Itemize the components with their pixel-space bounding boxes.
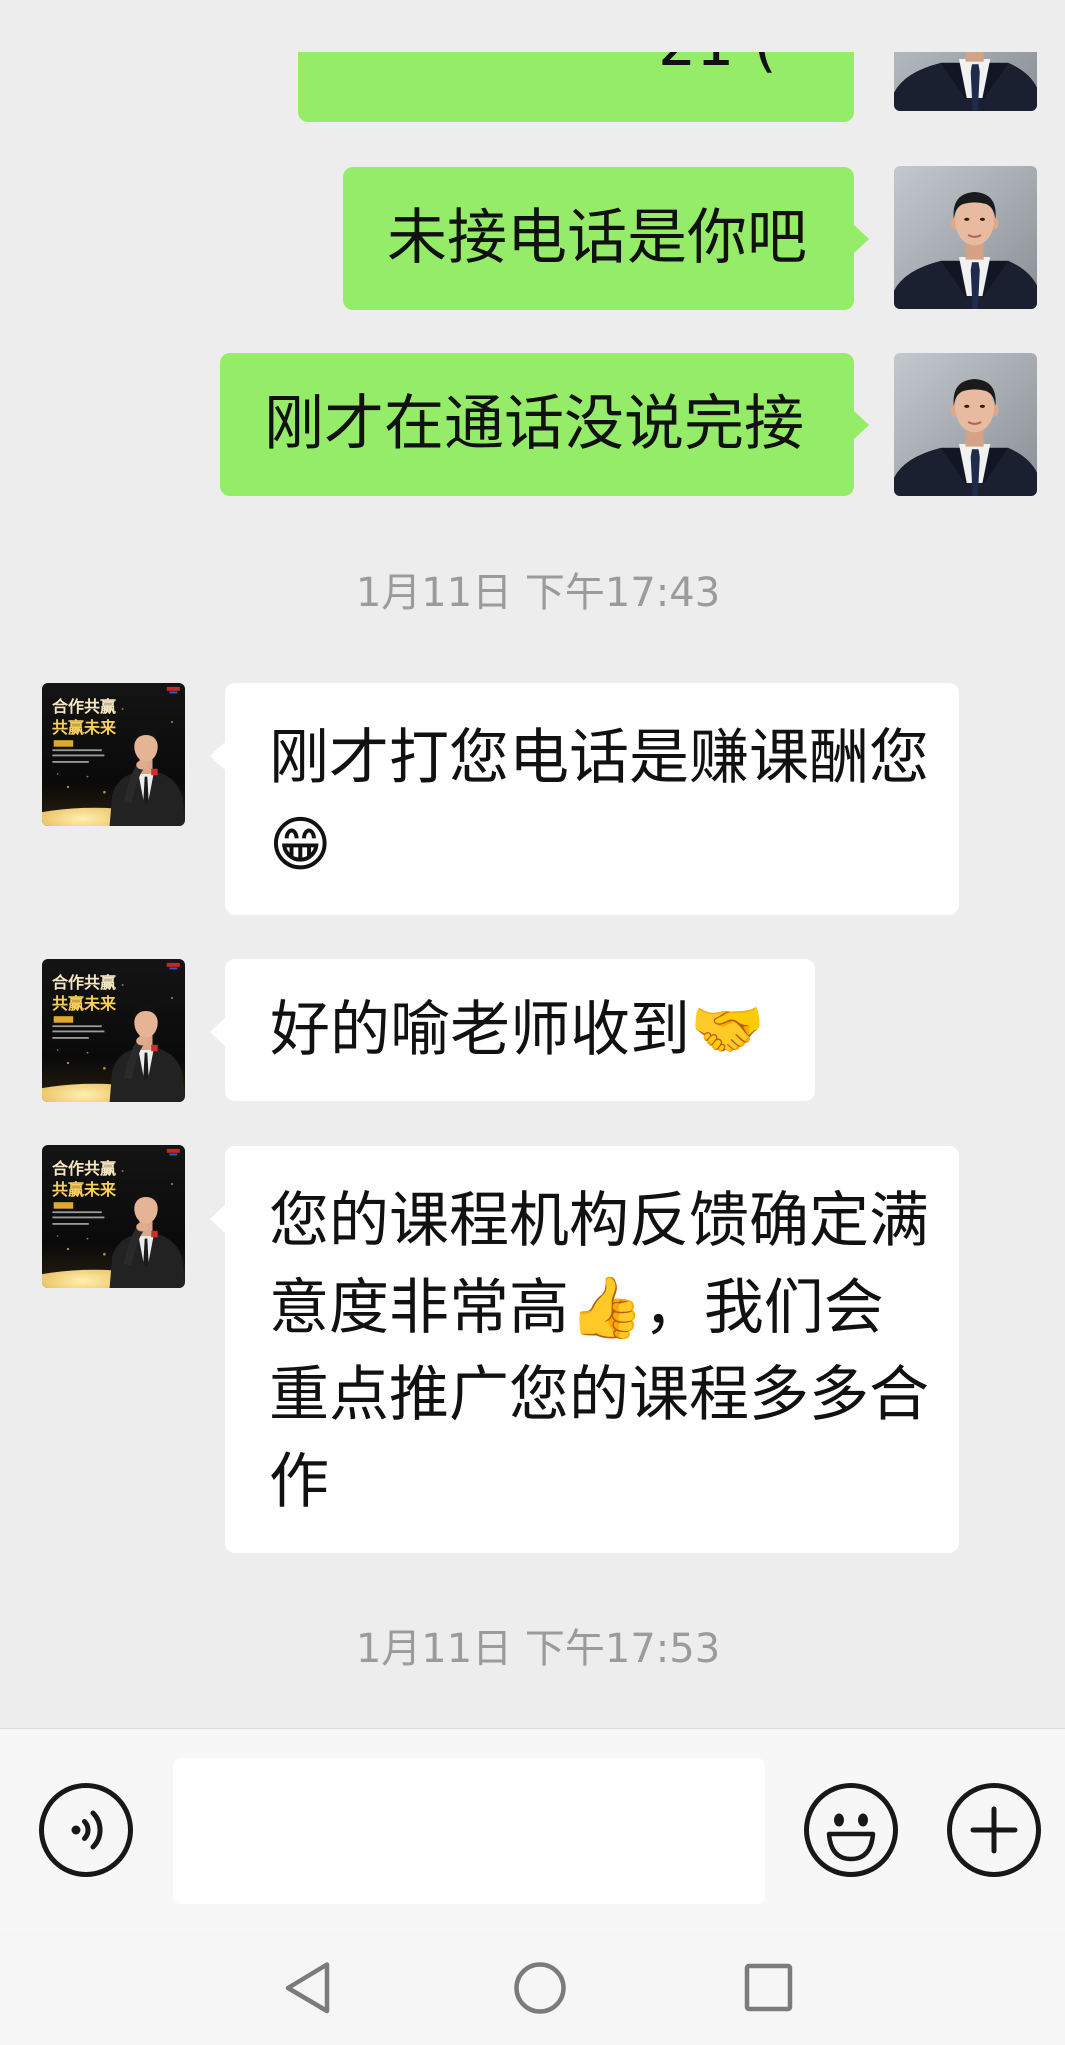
message-text: 21 ( <box>658 52 777 88</box>
message-text: 未接电话是你吧 <box>387 203 807 273</box>
my-avatar-photo <box>894 52 1037 111</box>
avatar-poster-title: 合作共赢 <box>52 973 117 992</box>
avatar-poster-title: 合作共赢 <box>52 1159 117 1178</box>
message-bubble-outgoing[interactable]: 刚才在通话没说完接 <box>220 353 869 496</box>
my-avatar[interactable] <box>894 52 1037 111</box>
contact-avatar[interactable]: 合作共赢 共赢未来 <box>42 959 185 1102</box>
my-avatar[interactable] <box>894 166 1037 309</box>
avatar-poster-subtitle: 共赢未来 <box>52 718 117 737</box>
avatar-poster-title: 合作共赢 <box>52 697 117 716</box>
avatar-poster-subtitle: 共赢未来 <box>52 1180 117 1199</box>
message-bubble-outgoing[interactable]: 未接电话是你吧 <box>343 167 869 310</box>
message-text: 刚才在通话没说完接 <box>264 389 804 459</box>
message-bubble-outgoing-partial[interactable]: 21 ( <box>298 52 854 122</box>
contact-avatar[interactable]: 合作共赢 共赢未来 <box>42 683 185 826</box>
emoji-icon <box>826 1813 876 1862</box>
home-icon[interactable] <box>510 1958 570 2018</box>
chat-area[interactable]: 21 ( 未接电话是你吧 刚才在通话没说完接 1月11日 下午17:43 合作共… <box>0 52 1065 1728</box>
my-avatar[interactable] <box>894 353 1037 496</box>
message-text: 好的喻老师收到🤝 <box>270 995 765 1065</box>
voice-icon <box>71 1810 103 1850</box>
message-input-bar <box>0 1728 1065 1930</box>
message-bubble-incoming[interactable]: 好的喻老师收到🤝 <box>210 959 815 1101</box>
system-nav-bar <box>0 1930 1065 2045</box>
message-bubble-incoming[interactable]: 您的课程机构反馈确定满意度非常高👍，我们会重点推广您的课程多多合作 <box>210 1146 959 1553</box>
plus-icon <box>970 1806 1018 1854</box>
more-button[interactable] <box>947 1783 1041 1877</box>
my-avatar-photo <box>894 353 1037 496</box>
timestamp: 1月11日 下午17:53 <box>355 1626 721 1672</box>
recents-icon[interactable] <box>738 1958 798 2018</box>
back-icon[interactable] <box>280 1958 340 2018</box>
message-text: 您的课程机构反馈确定满意度非常高👍，我们会重点推广您的课程多多合作 <box>269 1186 929 1517</box>
contact-avatar[interactable]: 合作共赢 共赢未来 <box>42 1145 185 1288</box>
message-input[interactable] <box>173 1758 765 1904</box>
message-text: 刚才打您电话是赚课酬您😁 <box>269 723 929 880</box>
emoji-button[interactable] <box>804 1783 898 1877</box>
timestamp: 1月11日 下午17:43 <box>355 570 721 616</box>
message-bubble-incoming[interactable]: 刚才打您电话是赚课酬您😁 <box>210 683 959 915</box>
voice-button[interactable] <box>39 1783 133 1877</box>
avatar-poster-subtitle: 共赢未来 <box>52 994 117 1013</box>
my-avatar-photo <box>894 166 1037 309</box>
